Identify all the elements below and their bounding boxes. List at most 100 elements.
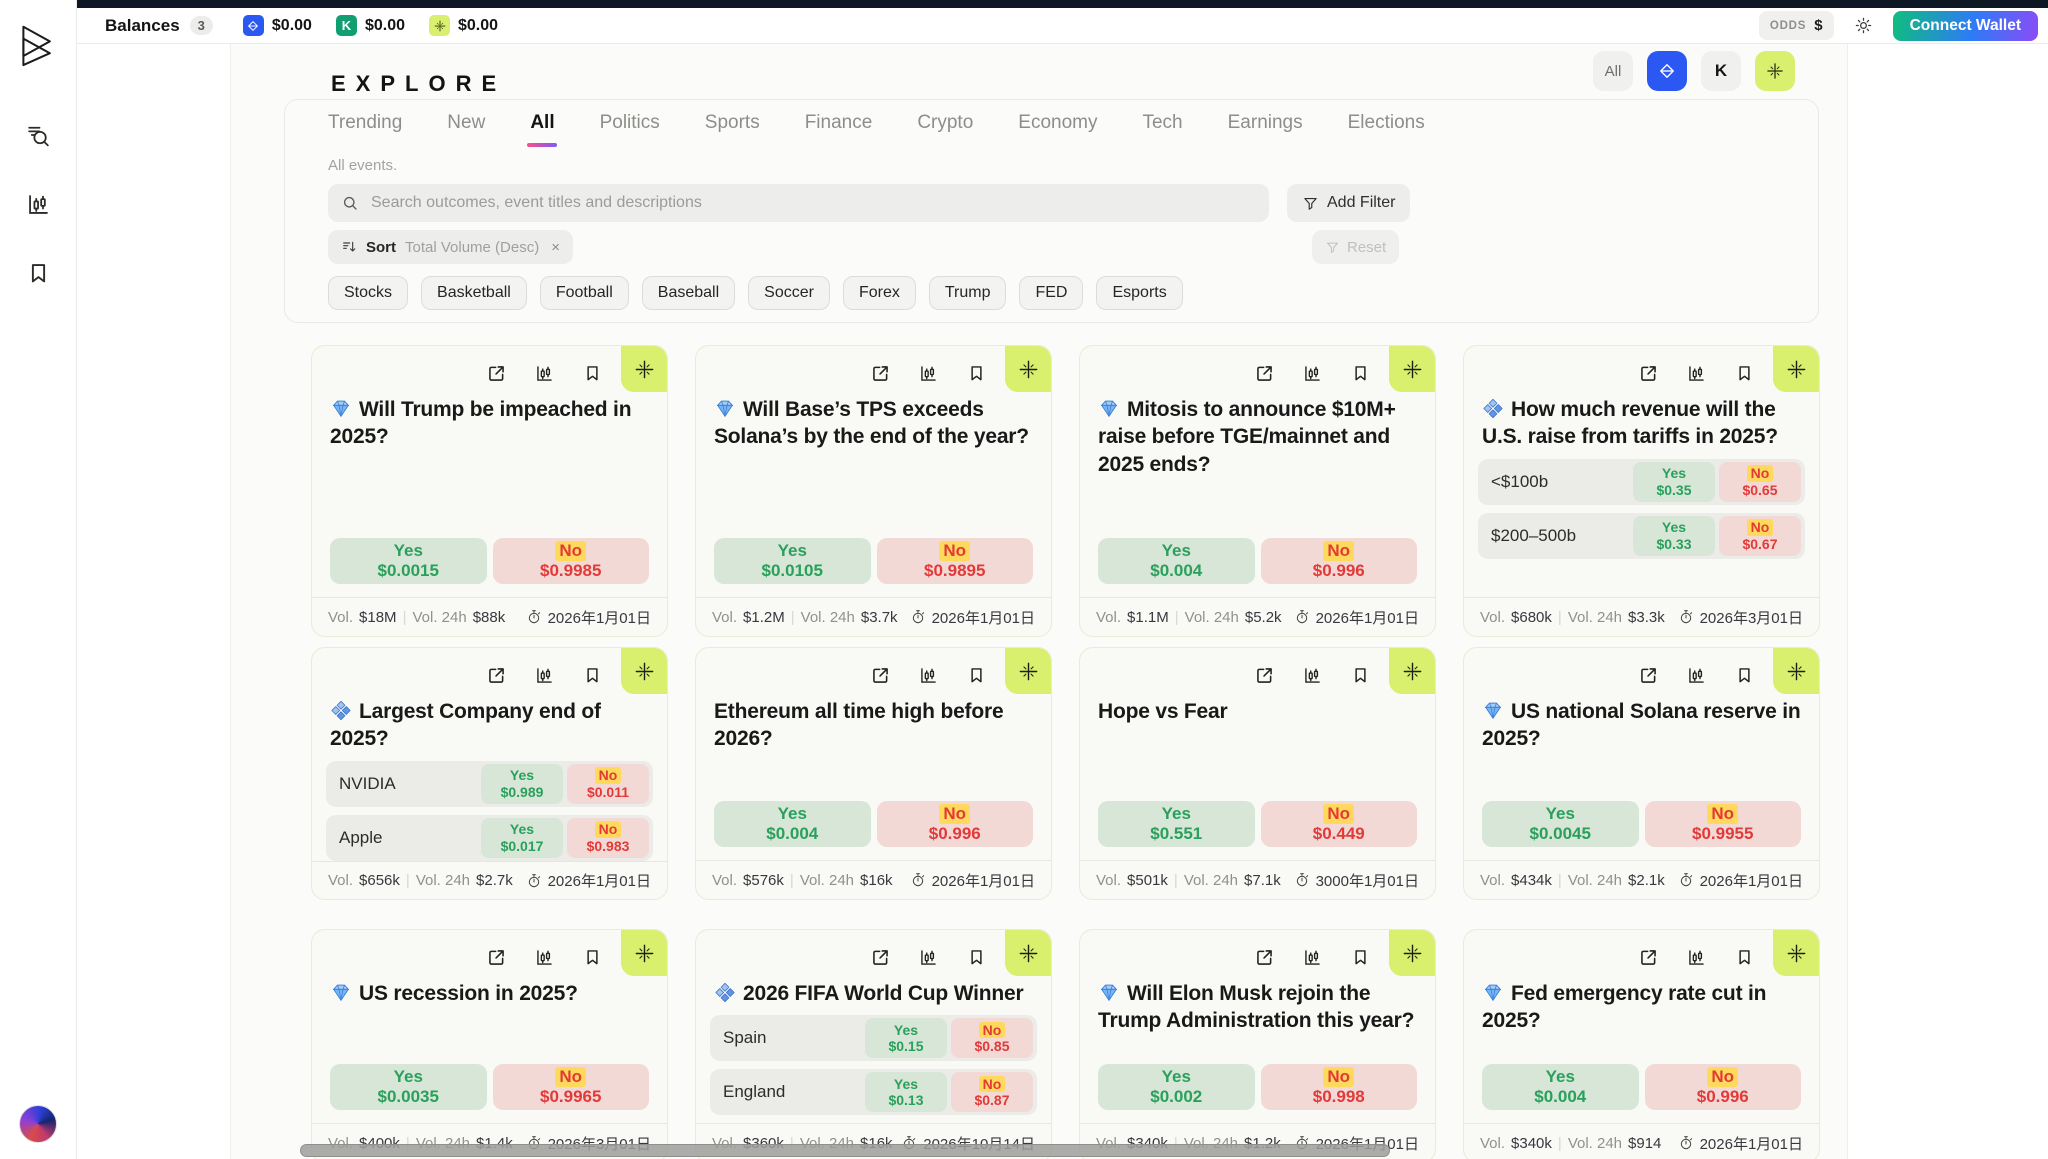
search-explore-icon[interactable] [25, 122, 52, 149]
tab-earnings[interactable]: Earnings [1228, 112, 1303, 147]
chart-icon[interactable] [534, 363, 555, 384]
add-market-button[interactable] [1389, 930, 1435, 976]
tab-finance[interactable]: Finance [805, 112, 873, 147]
tab-new[interactable]: New [447, 112, 485, 147]
bookmark-icon[interactable] [582, 665, 603, 686]
no-button[interactable]: No$0.996 [877, 801, 1034, 847]
yes-button[interactable]: Yes$0.35 [1633, 462, 1715, 502]
open-external-icon[interactable] [1254, 947, 1275, 968]
tab-elections[interactable]: Elections [1348, 112, 1425, 147]
yes-button[interactable]: Yes$0.0015 [330, 538, 487, 584]
bookmark-icon[interactable] [966, 363, 987, 384]
sort-chip[interactable]: Sort Total Volume (Desc) × [328, 230, 573, 264]
market-card[interactable]: Fed emergency rate cut in 2025? Yes$0.00… [1463, 929, 1820, 1159]
add-market-button[interactable] [1773, 930, 1819, 976]
market-card[interactable]: US recession in 2025? Yes$0.0035 No$0.99… [311, 929, 668, 1159]
no-button[interactable]: No$0.449 [1261, 801, 1418, 847]
tab-all[interactable]: All [530, 112, 554, 147]
no-button[interactable]: No$0.65 [1719, 462, 1801, 502]
markets-chart-icon[interactable] [25, 191, 52, 218]
no-button[interactable]: No$0.85 [951, 1018, 1033, 1058]
market-card[interactable]: How much revenue will the U.S. raise fro… [1463, 345, 1820, 637]
no-button[interactable]: No$0.998 [1261, 1064, 1418, 1110]
bookmark-icon[interactable] [1350, 363, 1371, 384]
search-input[interactable] [369, 193, 1256, 213]
yes-button[interactable]: Yes$0.004 [1098, 538, 1255, 584]
add-filter-button[interactable]: Add Filter [1287, 184, 1410, 222]
open-external-icon[interactable] [1638, 363, 1659, 384]
chart-icon[interactable] [1302, 947, 1323, 968]
yes-button[interactable]: Yes$0.0035 [330, 1064, 487, 1110]
chip-basketball[interactable]: Basketball [421, 276, 527, 310]
open-external-icon[interactable] [486, 363, 507, 384]
add-market-button[interactable] [621, 346, 667, 392]
no-button[interactable]: No$0.996 [1261, 538, 1418, 584]
market-card[interactable]: US national Solana reserve in 2025? Yes$… [1463, 647, 1820, 900]
horizontal-scrollbar-thumb[interactable] [300, 1144, 1390, 1157]
bookmark-icon[interactable] [966, 665, 987, 686]
open-external-icon[interactable] [1638, 947, 1659, 968]
chart-icon[interactable] [1302, 363, 1323, 384]
no-button[interactable]: No$0.011 [567, 764, 649, 804]
open-external-icon[interactable] [486, 947, 507, 968]
bookmark-icon[interactable] [1734, 665, 1755, 686]
tab-economy[interactable]: Economy [1018, 112, 1097, 147]
view-filter-kalshi[interactable]: K [1701, 51, 1741, 91]
bookmark-icon[interactable] [1350, 665, 1371, 686]
chart-icon[interactable] [1686, 947, 1707, 968]
open-external-icon[interactable] [1254, 363, 1275, 384]
yes-button[interactable]: Yes$0.551 [1098, 801, 1255, 847]
no-button[interactable]: No$0.87 [951, 1072, 1033, 1112]
bookmark-icon[interactable] [966, 947, 987, 968]
yes-button[interactable]: Yes$0.002 [1098, 1064, 1255, 1110]
chip-esports[interactable]: Esports [1096, 276, 1182, 310]
tab-politics[interactable]: Politics [600, 112, 660, 147]
market-card[interactable]: Largest Company end of 2025? NVIDIA Yes$… [311, 647, 668, 900]
bookmark-icon[interactable] [1734, 363, 1755, 384]
chip-forex[interactable]: Forex [843, 276, 916, 310]
yes-button[interactable]: Yes$0.017 [481, 818, 563, 858]
profile-avatar[interactable] [19, 1105, 57, 1143]
yes-button[interactable]: Yes$0.0105 [714, 538, 871, 584]
chip-trump[interactable]: Trump [929, 276, 1007, 310]
add-market-button[interactable] [1773, 346, 1819, 392]
connect-wallet-button[interactable]: Connect Wallet [1893, 11, 2038, 41]
tab-trending[interactable]: Trending [328, 112, 402, 147]
odds-currency-toggle[interactable]: ODDS $ [1759, 11, 1834, 40]
no-button[interactable]: No$0.67 [1719, 516, 1801, 556]
tab-tech[interactable]: Tech [1142, 112, 1182, 147]
chart-icon[interactable] [1686, 363, 1707, 384]
market-card[interactable]: 2026 FIFA World Cup Winner Spain Yes$0.1… [695, 929, 1052, 1159]
chip-baseball[interactable]: Baseball [642, 276, 735, 310]
open-external-icon[interactable] [870, 665, 891, 686]
tab-sports[interactable]: Sports [705, 112, 760, 147]
add-market-button[interactable] [1005, 648, 1051, 694]
add-market-button[interactable] [1389, 346, 1435, 392]
chart-icon[interactable] [918, 665, 939, 686]
market-card[interactable]: Will Elon Musk rejoin the Trump Administ… [1079, 929, 1436, 1159]
chart-icon[interactable] [918, 947, 939, 968]
add-market-button[interactable] [621, 930, 667, 976]
no-button[interactable]: No$0.9955 [1645, 801, 1802, 847]
no-button[interactable]: No$0.9985 [493, 538, 650, 584]
add-market-button[interactable] [1005, 346, 1051, 392]
open-external-icon[interactable] [1638, 665, 1659, 686]
chart-icon[interactable] [1686, 665, 1707, 686]
chip-football[interactable]: Football [540, 276, 629, 310]
bookmark-icon[interactable] [582, 363, 603, 384]
market-card[interactable]: Will Trump be impeached in 2025? Yes$0.0… [311, 345, 668, 637]
market-card[interactable]: Hope vs Fear Yes$0.551 No$0.449 Vol.$501… [1079, 647, 1436, 900]
bookmarks-icon[interactable] [25, 260, 52, 287]
add-market-button[interactable] [1389, 648, 1435, 694]
add-market-button[interactable] [1773, 648, 1819, 694]
view-filter-base[interactable] [1647, 51, 1687, 91]
open-external-icon[interactable] [870, 947, 891, 968]
add-market-button[interactable] [621, 648, 667, 694]
chart-icon[interactable] [534, 665, 555, 686]
yes-button[interactable]: Yes$0.33 [1633, 516, 1715, 556]
yes-button[interactable]: Yes$0.004 [714, 801, 871, 847]
yes-button[interactable]: Yes$0.004 [1482, 1064, 1639, 1110]
market-card[interactable]: Ethereum all time high before 2026? Yes$… [695, 647, 1052, 900]
no-button[interactable]: No$0.983 [567, 818, 649, 858]
chart-icon[interactable] [534, 947, 555, 968]
